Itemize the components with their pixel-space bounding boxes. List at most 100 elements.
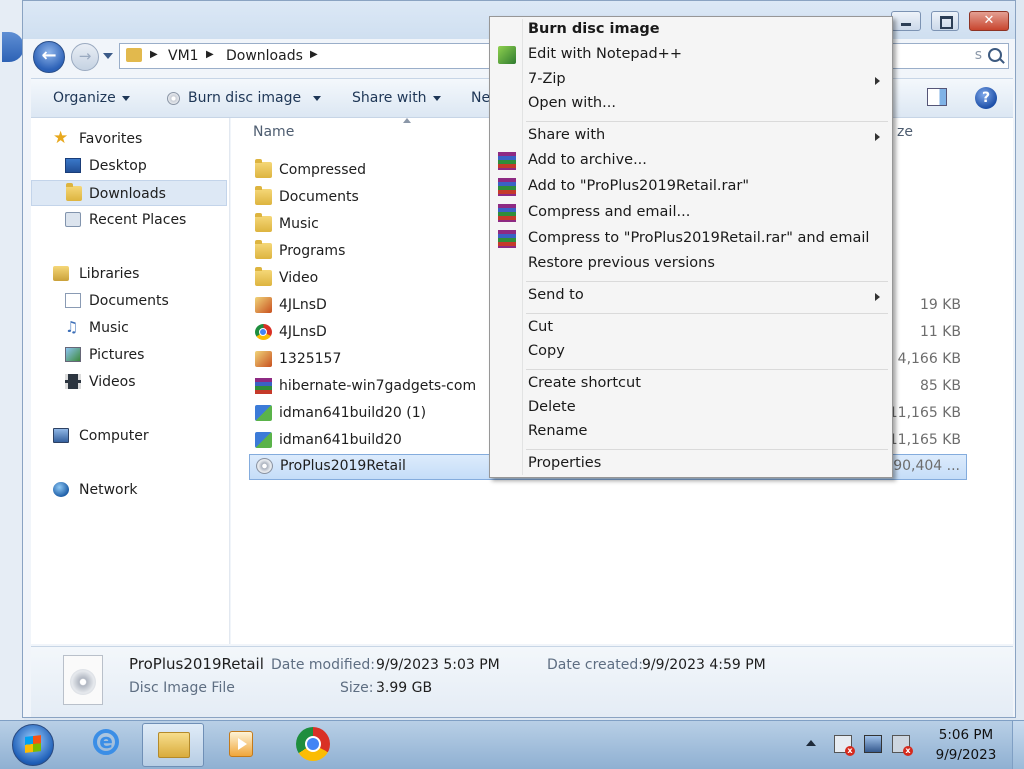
date-created-value: 9/9/2023 4:59 PM (642, 657, 766, 673)
menu-item-burn-disc-image[interactable]: Burn disc image (492, 19, 890, 43)
address-bar[interactable]: ▶ VM1 ▶ Downloads ▶ (119, 43, 499, 69)
breadcrumb-arrow-icon[interactable]: ▶ (206, 49, 214, 60)
nav-music[interactable]: ♫ Music (31, 315, 227, 341)
menu-label: Rename (528, 423, 588, 439)
file-size: 19 KB (919, 297, 961, 313)
help-icon[interactable]: ? (975, 87, 997, 109)
menu-item-copy[interactable]: Copy (492, 341, 890, 365)
menu-label: Compress to "ProPlus2019Retail.rar" and … (528, 230, 870, 246)
videos-icon (65, 374, 81, 389)
nav-desktop[interactable]: Desktop (31, 153, 227, 179)
menu-label: Copy (528, 343, 565, 359)
show-hidden-icons-arrow-icon[interactable] (806, 740, 816, 746)
nav-network[interactable]: Network (31, 477, 227, 503)
file-name: Music (279, 216, 319, 232)
music-icon: ♫ (65, 318, 79, 336)
menu-item-7zip[interactable]: 7-Zip (492, 69, 890, 93)
disc-image-large-icon (63, 655, 103, 705)
menu-item-properties[interactable]: Properties (492, 453, 890, 477)
volume-muted-icon[interactable]: x (892, 735, 913, 756)
notepad-plus-plus-icon (498, 46, 516, 64)
file-name: 4JLnsD (279, 297, 327, 313)
action-center-flag-icon[interactable]: x (834, 735, 855, 756)
desktop-icon (65, 158, 81, 173)
nav-pictures[interactable]: Pictures (31, 342, 227, 368)
search-placeholder: s (974, 47, 982, 63)
close-button[interactable]: ✕ (969, 11, 1009, 31)
disc-image-icon (256, 458, 273, 474)
organize-button[interactable]: Organize (53, 79, 130, 117)
menu-item-restore-previous-versions[interactable]: Restore previous versions (492, 253, 890, 277)
new-folder-button[interactable]: Ne (471, 79, 490, 117)
nav-videos[interactable]: Videos (31, 369, 227, 395)
file-name: idman641build20 (279, 432, 402, 448)
menu-item-rename[interactable]: Rename (492, 421, 890, 445)
minimize-button[interactable] (891, 11, 921, 31)
nav-label: Network (79, 482, 138, 498)
menu-item-add-to-archive[interactable]: Add to archive... (492, 150, 890, 174)
nav-label: Computer (79, 428, 149, 444)
menu-item-send-to[interactable]: Send to (492, 285, 890, 309)
show-desktop-button[interactable] (1012, 721, 1024, 769)
taskbar-internet-explorer[interactable]: e (74, 723, 136, 767)
taskbar-media-player[interactable] (210, 723, 272, 767)
search-icon[interactable] (988, 48, 1002, 62)
burn-label: Burn disc image (188, 90, 302, 106)
menu-separator (526, 369, 888, 370)
nav-recent-places[interactable]: Recent Places (31, 207, 227, 233)
taskbar-windows-explorer[interactable] (142, 723, 204, 767)
nav-label: Videos (89, 374, 136, 390)
menu-item-compress-rar-email[interactable]: Compress to "ProPlus2019Retail.rar" and … (492, 228, 890, 252)
folder-icon (255, 159, 272, 178)
column-header-name[interactable]: Name (253, 124, 294, 140)
windows-explorer-icon (158, 732, 190, 758)
taskbar: e x x 5:06 PM 9/9/2023 (0, 720, 1024, 769)
menu-label: Properties (528, 455, 602, 471)
computer-icon (53, 428, 69, 443)
menu-item-create-shortcut[interactable]: Create shortcut (492, 373, 890, 397)
menu-label: Share with (528, 127, 606, 143)
back-button[interactable]: ← (33, 41, 65, 73)
menu-item-edit-notepad[interactable]: Edit with Notepad++ (492, 44, 890, 68)
nav-downloads[interactable]: Downloads (31, 180, 227, 206)
menu-item-share-with[interactable]: Share with (492, 125, 890, 149)
menu-item-delete[interactable]: Delete (492, 397, 890, 421)
forward-button[interactable]: → (71, 43, 99, 71)
breadcrumb-downloads[interactable]: Downloads (226, 48, 303, 64)
desktop-background (0, 0, 24, 720)
burn-disc-image-button[interactable]: Burn disc image (167, 79, 322, 117)
submenu-arrow-icon (875, 133, 880, 141)
folder-icon (255, 186, 272, 205)
recent-pages-dropdown[interactable] (103, 53, 113, 59)
menu-item-compress-email[interactable]: Compress and email... (492, 202, 890, 226)
network-tray-icon[interactable] (864, 735, 882, 753)
nav-label: Music (89, 320, 129, 336)
network-icon (53, 482, 69, 497)
breadcrumb-arrow-icon[interactable]: ▶ (310, 49, 318, 60)
maximize-button[interactable] (931, 11, 959, 31)
menu-item-cut[interactable]: Cut (492, 317, 890, 341)
nav-favorites[interactable]: ★ Favorites (31, 126, 227, 152)
file-name: Programs (279, 243, 346, 259)
nav-libraries[interactable]: Libraries (31, 261, 227, 287)
nav-label: Pictures (89, 347, 145, 363)
breadcrumb-vm1[interactable]: VM1 (168, 48, 199, 64)
start-button[interactable] (12, 724, 54, 766)
nav-computer[interactable]: Computer (31, 423, 227, 449)
menu-item-open-with[interactable]: Open with... (492, 93, 890, 117)
details-pane: ProPlus2019Retail Disc Image File Date m… (31, 646, 1013, 717)
winrar-icon (498, 230, 516, 248)
column-header-size[interactable]: ze (897, 124, 913, 140)
downloads-folder-icon (66, 183, 82, 201)
menu-label: Cut (528, 319, 553, 335)
breadcrumb-arrow-icon[interactable]: ▶ (150, 49, 158, 60)
nav-documents[interactable]: Documents (31, 288, 227, 314)
share-with-button[interactable]: Share with (352, 79, 441, 117)
file-size: 11,165 KB (888, 405, 961, 421)
system-clock[interactable]: 5:06 PM 9/9/2023 (924, 725, 1008, 765)
menu-separator (526, 121, 888, 122)
taskbar-chrome[interactable] (282, 723, 344, 767)
preview-pane-icon[interactable] (927, 88, 947, 106)
menu-item-add-to-rar[interactable]: Add to "ProPlus2019Retail.rar" (492, 176, 890, 200)
size-value: 3.99 GB (376, 680, 433, 696)
